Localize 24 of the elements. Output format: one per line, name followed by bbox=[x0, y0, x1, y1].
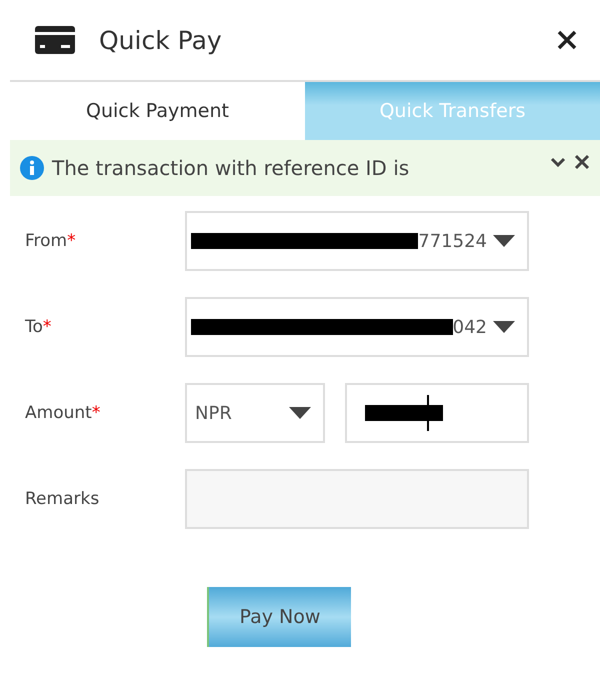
currency-dropdown[interactable]: NPR bbox=[185, 383, 325, 443]
account-dropdown[interactable]: 042 bbox=[185, 297, 529, 357]
pay-now-button[interactable]: Pay Now bbox=[207, 587, 351, 647]
window-title: Quick Pay bbox=[99, 26, 223, 54]
credit-card-icon bbox=[35, 26, 75, 54]
account-value: 771524 bbox=[418, 230, 487, 252]
required-mark: * bbox=[67, 231, 76, 251]
dismiss-button[interactable] bbox=[574, 154, 590, 170]
account-value: 042 bbox=[452, 316, 487, 338]
caret-icon bbox=[493, 235, 515, 247]
field-label: Remarks bbox=[25, 489, 100, 509]
field-label: From bbox=[25, 231, 68, 251]
amount-field[interactable] bbox=[345, 383, 529, 443]
info-icon bbox=[20, 156, 44, 180]
caret-icon bbox=[289, 407, 311, 419]
required-mark: * bbox=[92, 403, 100, 423]
alert-message: The transaction with reference ID is bbox=[52, 156, 410, 180]
caret-icon bbox=[493, 321, 515, 333]
field-label: To bbox=[25, 317, 43, 337]
account-dropdown[interactable]: 771524 bbox=[185, 211, 529, 271]
close-button[interactable] bbox=[556, 29, 578, 51]
remarks-field[interactable] bbox=[185, 469, 529, 529]
required-mark: * bbox=[42, 317, 52, 337]
field-label: Amount bbox=[25, 403, 92, 423]
